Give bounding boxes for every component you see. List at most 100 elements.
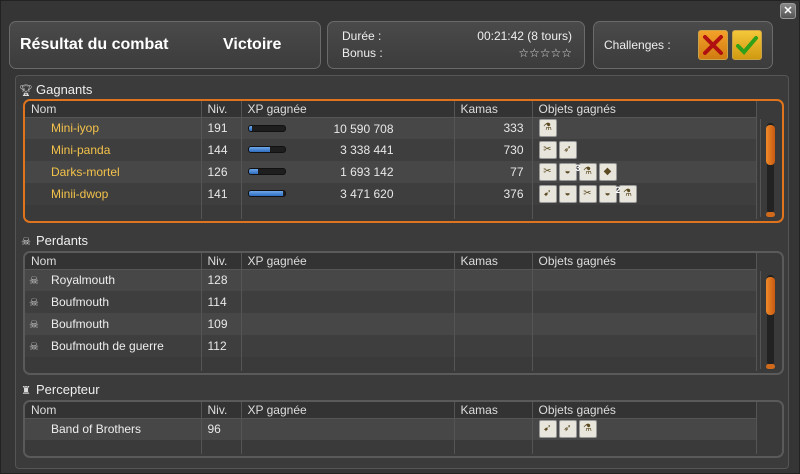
wing-icon[interactable]: ➹: [538, 185, 557, 203]
empty-row: [25, 205, 757, 219]
items-cell: [532, 335, 757, 357]
item-quantity: 3: [575, 163, 581, 173]
item-quantity: 2: [615, 185, 621, 195]
potion-icon[interactable]: ⚗: [538, 119, 557, 138]
col-kamas[interactable]: Kamas: [454, 402, 533, 419]
potion-icon[interactable]: ⚗: [578, 420, 597, 439]
player-name[interactable]: Minii-dwop: [25, 183, 202, 205]
fight-result-window: ✕ Résultat du combat Victoire Durée : 00…: [0, 0, 800, 474]
items-cell: [532, 291, 757, 313]
col-kamas[interactable]: Kamas: [454, 253, 533, 270]
player-name[interactable]: ☠ Boufmouth: [25, 291, 202, 313]
xp-cell: [241, 291, 455, 313]
pincer-icon[interactable]: ✂: [538, 141, 557, 159]
name-text: Mini-iyop: [51, 121, 100, 136]
challenge-failed-icon[interactable]: [698, 30, 728, 60]
name-text: Boufmouth: [51, 295, 110, 309]
xp-cell: 1 693 142: [241, 161, 455, 183]
close-icon[interactable]: ✕: [780, 3, 796, 19]
table-row[interactable]: ☠ Boufmouth 114: [25, 291, 757, 313]
feather-icon[interactable]: ➶: [558, 420, 577, 439]
table-row[interactable]: Minii-dwop 141 3 471 620 376 ➹ ◒ ✂ ◒ ⚗ 2: [25, 183, 757, 205]
challenge-success-icon[interactable]: [732, 30, 762, 60]
winners-table: Nom Niv. XP gagnée Kamas Objets gagnés M…: [25, 101, 757, 219]
kamas-cell: 77: [454, 161, 533, 183]
col-items[interactable]: Objets gagnés: [532, 402, 757, 419]
table-row[interactable]: Mini-panda 144 3 338 441 730 ✂ ➶: [25, 139, 757, 161]
name-text: Boufmouth: [51, 317, 110, 331]
player-name[interactable]: ☠ Royalmouth: [25, 269, 202, 291]
kamas-cell: [454, 269, 533, 291]
player-name[interactable]: Band of Brothers: [25, 418, 202, 440]
skull-icon: ☠: [21, 236, 31, 248]
col-name[interactable]: Nom: [25, 402, 202, 419]
shell-icon[interactable]: ◒: [558, 163, 577, 181]
table-row[interactable]: Darks-mortel 126 1 693 142 77 ✂ ◒ ⚗ 3 ◆: [25, 161, 757, 183]
col-xp[interactable]: XP gagnée: [241, 253, 455, 270]
table-row[interactable]: ☠ Boufmouth 109: [25, 313, 757, 335]
shell-icon[interactable]: ◒: [598, 185, 617, 203]
shell-icon[interactable]: ◒: [558, 185, 577, 203]
table-row[interactable]: ☠ Boufmouth de guerre 112: [25, 335, 757, 357]
player-name[interactable]: ☠ Boufmouth: [25, 313, 202, 335]
bonus-label: Bonus :: [342, 46, 383, 60]
xp-cell: [241, 313, 455, 335]
duration-value: 00:21:42 (8 tours): [477, 29, 572, 43]
level-cell: 128: [201, 269, 242, 291]
col-name[interactable]: Nom: [25, 253, 202, 270]
wing-icon[interactable]: ➹: [538, 420, 557, 439]
pincer-icon[interactable]: ✂: [578, 185, 597, 203]
winners-scrollbar[interactable]: [760, 119, 778, 217]
name-text: Royalmouth: [51, 273, 116, 288]
col-level[interactable]: Niv.: [201, 402, 242, 419]
xp-value: 3 471 620: [340, 187, 394, 201]
kamas-cell: 730: [454, 139, 533, 161]
player-name[interactable]: Mini-iyop: [25, 117, 202, 139]
col-name[interactable]: Nom: [25, 101, 202, 118]
xp-value: 10 590 708: [333, 121, 394, 136]
empty-row: [25, 357, 757, 371]
col-items[interactable]: Objets gagnés: [532, 101, 757, 118]
skull-icon: ☠: [29, 341, 39, 353]
kamas-cell: [454, 335, 533, 357]
level-cell: 191: [201, 117, 242, 139]
level-cell: 126: [201, 161, 242, 183]
col-level[interactable]: Niv.: [201, 101, 242, 118]
col-items[interactable]: Objets gagnés: [532, 253, 757, 270]
level-cell: 109: [201, 313, 242, 335]
window-title: Résultat du combat: [20, 36, 169, 53]
items-cell: ⚗: [532, 117, 757, 139]
player-name[interactable]: ☠ Boufmouth de guerre: [25, 335, 202, 357]
potion-icon[interactable]: ⚗ 2: [615, 185, 637, 203]
table-row[interactable]: ☠ Royalmouth 128: [25, 269, 757, 291]
pincer-icon[interactable]: ✂: [538, 163, 557, 181]
feather-icon[interactable]: ➶: [558, 141, 577, 159]
collector-panel: Nom Niv. XP gagnée Kamas Objets gagnés B…: [23, 400, 784, 458]
kamas-cell: 333: [454, 117, 533, 139]
items-cell: ✂ ➶: [532, 139, 757, 161]
skull-icon: ☠: [29, 319, 39, 331]
table-row[interactable]: Band of Brothers 96 ➹ ➶ ⚗: [25, 418, 757, 440]
losers-section-title: ☠ Perdants: [19, 233, 88, 248]
challenges-label: Challenges :: [604, 38, 671, 52]
winners-section-title: 🏆︎ Gagnants: [19, 82, 93, 97]
col-level[interactable]: Niv.: [201, 253, 242, 270]
items-cell: [532, 313, 757, 335]
potion-icon[interactable]: ⚗ 3: [575, 163, 597, 181]
trophy-icon: 🏆︎: [19, 85, 33, 97]
player-name[interactable]: Darks-mortel: [25, 161, 202, 183]
player-name[interactable]: Mini-panda: [25, 139, 202, 161]
xp-cell: 3 338 441: [241, 139, 455, 161]
xp-progress-fill: [248, 125, 253, 131]
losers-scrollbar[interactable]: [760, 271, 778, 369]
col-kamas[interactable]: Kamas: [454, 101, 533, 118]
skull-icon: ☠: [29, 275, 39, 288]
xp-cell: 10 590 708: [241, 117, 455, 139]
kamas-cell: [454, 418, 533, 440]
stone-icon[interactable]: ◆: [598, 163, 617, 181]
fight-result: Victoire: [223, 36, 282, 53]
xp-progress-bar: [247, 168, 286, 175]
col-xp[interactable]: XP gagnée: [241, 101, 455, 118]
table-row[interactable]: Mini-iyop 191 10 590 708 333 ⚗: [25, 117, 757, 139]
col-xp[interactable]: XP gagnée: [241, 402, 455, 419]
